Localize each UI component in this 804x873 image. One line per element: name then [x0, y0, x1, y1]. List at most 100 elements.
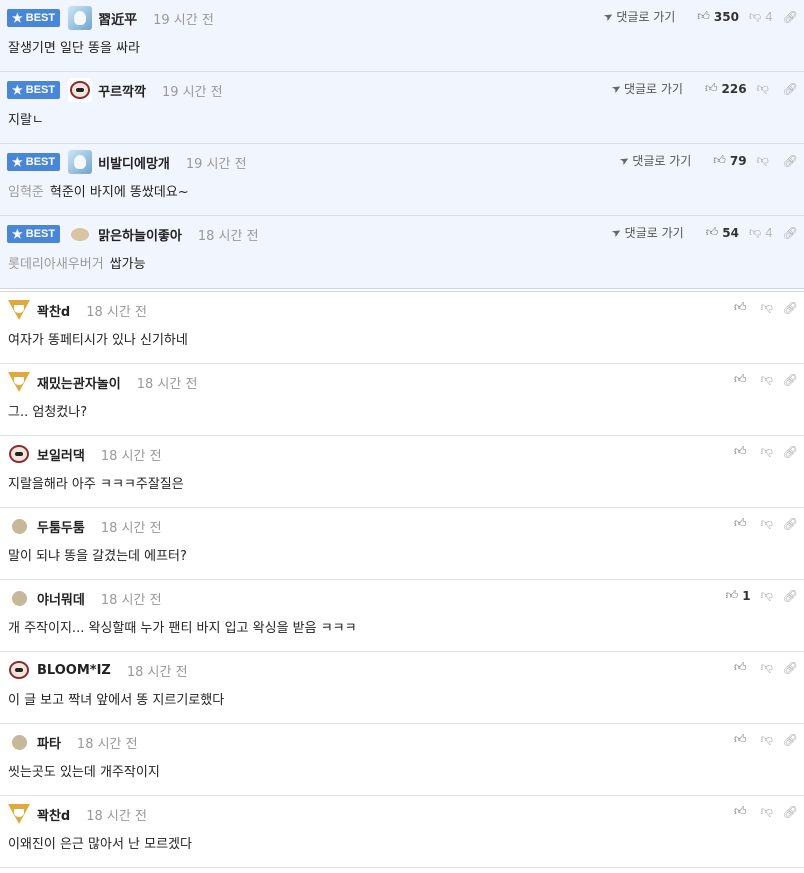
thumbs-down-icon: 👎︎ — [748, 225, 762, 239]
avatar[interactable] — [7, 370, 31, 394]
link-icon: 🔗︎ — [782, 225, 798, 240]
link-icon: 🔗︎ — [782, 153, 798, 168]
like-button[interactable]: 👍︎ — [734, 732, 751, 747]
comment-text: 지랄ㄴ — [8, 113, 44, 128]
link-icon: 🔗︎ — [782, 516, 798, 531]
comment-actions: 👍︎ 👎︎ 🔗︎ — [724, 732, 798, 747]
nickname[interactable]: BLOOM*IZ — [37, 663, 111, 678]
nickname[interactable]: 맑은하늘이좋아 — [98, 225, 182, 244]
dislike-button[interactable]: 👎︎ — [757, 81, 773, 96]
dislike-button[interactable]: 👎︎ — [761, 372, 773, 387]
nickname[interactable]: 두툼두툼 — [37, 517, 85, 536]
thumbs-down-icon: 👎︎ — [760, 516, 773, 530]
comment: 보일러댁 18 시간 전 지랄을해라 아주 ㅋㅋㅋ주잘질은 👍︎ 👎︎ 🔗︎ — [0, 436, 804, 508]
copy-link-button[interactable]: 🔗︎ — [783, 82, 798, 96]
comment: 파타 18 시간 전 씻는곳도 있는데 개주작이지 👍︎ 👎︎ 🔗︎ — [0, 724, 804, 796]
nickname[interactable]: 보일러댁 — [37, 445, 85, 464]
thumbs-up-icon: 👍︎ — [734, 804, 747, 818]
avatar[interactable] — [68, 222, 92, 246]
mention-prefix[interactable]: 롯데리아새우버거 — [8, 257, 104, 272]
nickname[interactable]: 재밌는관자놀이 — [37, 373, 121, 392]
best-comment: ★ BEST 맑은하늘이좋아 18 시간 전 롯데리아새우버거 쌉가능 ➤ 댓글로 가… — [0, 216, 804, 288]
thumbs-down-icon: 👎︎ — [748, 9, 762, 23]
comment-list: ★ BEST 習近平 19 시간 전 잘생기면 일단 똥을 싸라 ➤ 댓글로 가기 … — [0, 0, 804, 868]
copy-link-button[interactable]: 🔗︎ — [783, 301, 798, 315]
nickname[interactable]: 習近平 — [98, 9, 137, 28]
timestamp: 18 시간 전 — [100, 520, 162, 536]
like-button[interactable]: 👍︎ 226 — [705, 81, 747, 96]
like-button[interactable]: 👍︎ 1 — [726, 588, 751, 603]
like-button[interactable]: 👍︎ — [734, 660, 751, 675]
avatar[interactable] — [7, 658, 31, 682]
send-arrow-icon: ➤ — [617, 152, 632, 169]
best-badge: ★ BEST — [7, 9, 61, 27]
thumbs-up-icon: 👍︎ — [734, 732, 747, 746]
thumbs-up-icon: 👍︎ — [725, 588, 739, 602]
dislike-button[interactable]: 👎︎ 4 — [749, 225, 773, 240]
nickname[interactable]: 비발디에망개 — [98, 153, 170, 172]
avatar[interactable] — [68, 78, 93, 102]
like-button[interactable]: 👍︎ — [734, 804, 751, 819]
link-icon: 🔗︎ — [782, 81, 798, 96]
link-icon: 🔗︎ — [782, 300, 798, 315]
like-button[interactable]: 👍︎ 54 — [706, 225, 739, 240]
copy-link-button[interactable]: 🔗︎ — [783, 517, 798, 531]
best-badge: ★ BEST — [7, 81, 61, 99]
like-button[interactable]: 👍︎ 350 — [697, 9, 739, 24]
thumbs-up-icon: 👍︎ — [697, 9, 710, 23]
nickname[interactable]: 파타 — [37, 733, 61, 752]
reply-link[interactable]: ➤ 댓글로 가기 — [610, 224, 684, 241]
copy-link-button[interactable]: 🔗︎ — [783, 226, 798, 240]
nickname[interactable]: 꽉찬d — [37, 805, 70, 824]
link-icon: 🔗︎ — [782, 9, 798, 24]
nickname[interactable]: 꾸르깍깍 — [98, 81, 146, 100]
nickname[interactable]: 꽉찬d — [37, 301, 70, 320]
comment: BLOOM*IZ 18 시간 전 이 글 보고 짝녀 앞에서 똥 지르기로했다 … — [0, 652, 804, 724]
copy-link-button[interactable]: 🔗︎ — [783, 805, 798, 819]
avatar[interactable] — [7, 514, 31, 538]
dislike-button[interactable]: 👎︎ — [761, 732, 773, 747]
copy-link-button[interactable]: 🔗︎ — [783, 154, 798, 168]
avatar[interactable] — [68, 6, 93, 30]
like-button[interactable]: 👍︎ — [734, 300, 751, 315]
reply-link[interactable]: ➤ 댓글로 가기 — [609, 80, 683, 97]
avatar[interactable] — [7, 802, 31, 826]
best-comment: ★ BEST 비발디에망개 19 시간 전 임혁준 혁준이 바지에 똥쌌데요~ ➤ 댓… — [0, 144, 804, 216]
avatar[interactable] — [7, 442, 31, 466]
copy-link-button[interactable]: 🔗︎ — [783, 589, 798, 603]
dislike-button[interactable]: 👎︎ — [761, 516, 773, 531]
avatar[interactable] — [7, 730, 31, 754]
star-icon: ★ — [12, 83, 23, 97]
mention-prefix[interactable]: 임혁준 — [8, 185, 44, 200]
avatar[interactable] — [7, 586, 31, 610]
comment-text: 여자가 똥페티시가 있나 신기하네 — [8, 333, 188, 348]
dislike-button[interactable]: 👎︎ — [761, 300, 773, 315]
dislike-button[interactable]: 👎︎ — [761, 660, 773, 675]
copy-link-button[interactable]: 🔗︎ — [783, 445, 798, 459]
copy-link-button[interactable]: 🔗︎ — [783, 10, 798, 24]
dislike-button[interactable]: 👎︎ 4 — [749, 9, 773, 24]
dislike-button[interactable]: 👎︎ — [761, 588, 773, 603]
dislike-button[interactable]: 👎︎ — [757, 153, 773, 168]
comment-text: 이 글 보고 짝녀 앞에서 똥 지르기로했다 — [8, 693, 225, 708]
avatar[interactable] — [68, 150, 93, 174]
best-badge: ★ BEST — [7, 225, 61, 243]
nickname[interactable]: 야너뭐데 — [37, 589, 85, 608]
reply-link[interactable]: ➤ 댓글로 가기 — [617, 152, 691, 169]
best-comment: ★ BEST 꾸르깍깍 19 시간 전 지랄ㄴ ➤ 댓글로 가기 👍︎ 226 👎︎ … — [0, 72, 804, 144]
like-button[interactable]: 👍︎ — [734, 444, 751, 459]
like-button[interactable]: 👍︎ — [734, 372, 751, 387]
copy-link-button[interactable]: 🔗︎ — [783, 733, 798, 747]
best-comment: ★ BEST 習近平 19 시간 전 잘생기면 일단 똥을 싸라 ➤ 댓글로 가기 … — [0, 0, 804, 72]
dislike-button[interactable]: 👎︎ — [761, 804, 773, 819]
reply-link[interactable]: ➤ 댓글로 가기 — [601, 8, 675, 25]
link-icon: 🔗︎ — [782, 732, 798, 747]
like-button[interactable]: 👍︎ — [734, 516, 751, 531]
copy-link-button[interactable]: 🔗︎ — [783, 373, 798, 387]
avatar[interactable] — [7, 298, 31, 322]
dislike-button[interactable]: 👎︎ — [761, 444, 773, 459]
copy-link-button[interactable]: 🔗︎ — [783, 661, 798, 675]
comment: 두툼두툼 18 시간 전 말이 되냐 똥을 갈겼는데 에프터? 👍︎ 👎︎ 🔗︎ — [0, 508, 804, 580]
like-button[interactable]: 👍︎ 79 — [713, 153, 746, 168]
timestamp: 18 시간 전 — [126, 664, 188, 680]
